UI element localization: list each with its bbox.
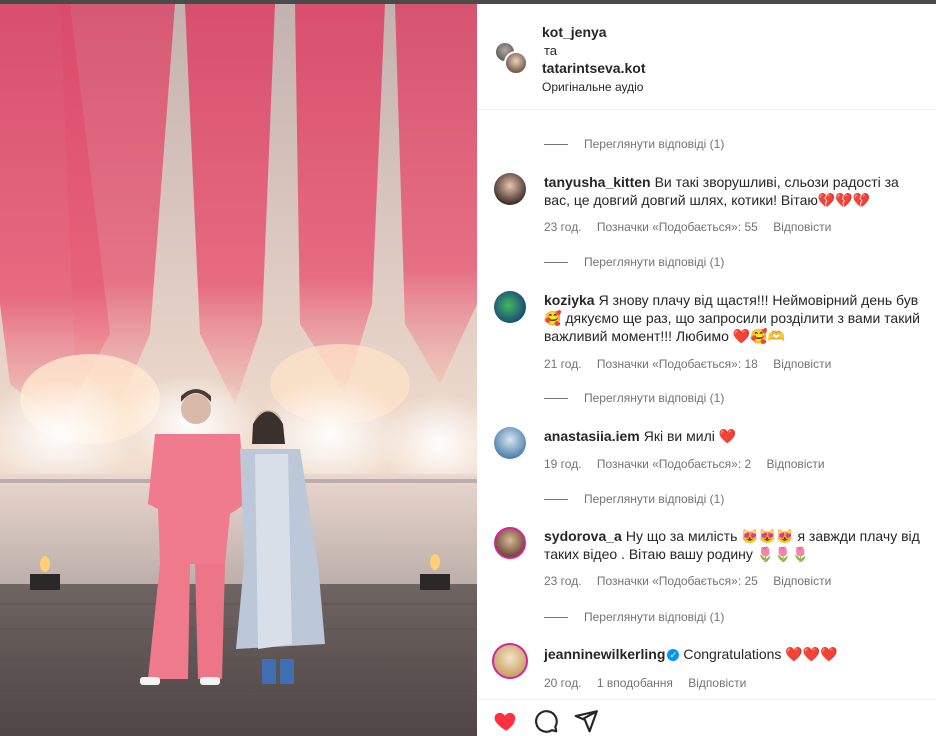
comment-item: sydorova_a Ну що за милість 😻😻😻 я завжди … <box>494 527 924 593</box>
post-header: kot_jenya та tatarintseva.kot Оригінальн… <box>477 4 936 110</box>
comment-icon <box>535 710 558 733</box>
comment-time[interactable]: 23 год. <box>544 574 582 588</box>
verified-badge-icon: ✓ <box>667 649 680 661</box>
reply-button[interactable]: Відповісти <box>773 357 831 371</box>
share-icon <box>574 710 598 733</box>
like-button[interactable] <box>493 708 519 734</box>
post-details-panel: kot_jenya та tatarintseva.kot Оригінальн… <box>477 4 936 736</box>
comment-likes[interactable]: Позначки «Подобається»: 55 <box>597 220 758 234</box>
reply-button[interactable]: Відповісти <box>688 676 746 690</box>
comment-meta: 20 год. 1 вподобання Відповісти <box>544 676 758 690</box>
collab-avatars[interactable] <box>494 41 528 75</box>
comment-likes[interactable]: 1 вподобання <box>597 676 673 690</box>
view-replies-label: Переглянути відповіді (1) <box>584 137 725 151</box>
divider-line <box>544 143 568 145</box>
comment-time[interactable]: 20 год. <box>544 676 582 690</box>
comment-username[interactable]: tanyusha_kitten <box>544 174 651 190</box>
post-action-bar <box>477 699 936 736</box>
comment-text: Я знову плачу від щастя!!! Неймовірний д… <box>544 292 920 344</box>
comment-meta: 19 год. Позначки «Подобається»: 2 Відпов… <box>544 457 837 471</box>
comment-item: jeanninewilkerling ✓ Congratulations ❤️❤️❤… <box>492 643 924 694</box>
collab-separator: та <box>544 43 558 58</box>
pink-smoke-plume <box>395 4 477 384</box>
avatar[interactable] <box>494 291 526 323</box>
comment-username[interactable]: koziyka <box>544 292 595 308</box>
reply-button[interactable]: Відповісти <box>773 574 831 588</box>
comment-body: koziyka Я знову плачу від щастя!!! Неймов… <box>544 291 924 345</box>
post-video[interactable] <box>0 4 477 736</box>
reply-button[interactable]: Відповісти <box>767 457 825 471</box>
avatar[interactable] <box>494 527 526 559</box>
comment-text: Congratulations ❤️❤️❤️ <box>683 646 838 662</box>
view-replies-button[interactable]: Переглянути відповіді (1) <box>544 391 724 405</box>
comments-list[interactable]: Переглянути відповіді (1) tanyusha_kitte… <box>477 111 936 694</box>
view-replies-label: Переглянути відповіді (1) <box>584 610 725 624</box>
view-replies-button[interactable]: Переглянути відповіді (1) <box>544 610 724 624</box>
divider-line <box>544 616 568 618</box>
comment-time[interactable]: 19 год. <box>544 457 582 471</box>
comment-item: koziyka Я знову плачу від щастя!!! Неймов… <box>494 291 924 377</box>
candle-lantern-left <box>30 574 60 590</box>
comment-likes[interactable]: Позначки «Подобається»: 18 <box>597 357 758 371</box>
comment-time[interactable]: 23 год. <box>544 220 582 234</box>
avatar[interactable] <box>494 173 526 205</box>
divider-line <box>544 261 568 263</box>
comment-time[interactable]: 21 год. <box>544 357 582 371</box>
avatar[interactable] <box>492 643 528 679</box>
comment-button[interactable] <box>533 708 559 734</box>
view-replies-label: Переглянути відповіді (1) <box>584 255 725 269</box>
author-username-1[interactable]: kot_jenya <box>542 24 607 40</box>
comment-likes[interactable]: Позначки «Подобається»: 2 <box>597 457 751 471</box>
comment-likes[interactable]: Позначки «Подобається»: 25 <box>597 574 758 588</box>
reply-button[interactable]: Відповісти <box>773 220 831 234</box>
wooden-pier <box>0 584 477 736</box>
divider-line <box>544 498 568 500</box>
comment-username[interactable]: sydorova_a <box>544 528 622 544</box>
candle-lantern-right <box>420 574 450 590</box>
comment-body: sydorova_a Ну що за милість 😻😻😻 я завжди … <box>544 527 924 563</box>
author-username-2[interactable]: tatarintseva.kot <box>542 60 645 76</box>
comment-username[interactable]: jeanninewilkerling <box>544 646 665 662</box>
avatar[interactable] <box>504 51 528 75</box>
comment-item: tanyusha_kitten Ви такі зворушливі, сльоз… <box>494 173 924 243</box>
view-replies-label: Переглянути відповіді (1) <box>584 391 725 405</box>
comment-item: anastasiia.iem Які ви милі ❤️ 19 год. Поз… <box>494 427 924 477</box>
comment-body: jeanninewilkerling ✓ Congratulations ❤️❤️❤… <box>544 645 924 663</box>
comment-meta: 21 год. Позначки «Подобається»: 18 Відпо… <box>544 357 843 371</box>
view-replies-button[interactable]: Переглянути відповіді (1) <box>544 492 724 506</box>
view-replies-button[interactable]: Переглянути відповіді (1) <box>544 255 724 269</box>
divider-line <box>544 397 568 399</box>
view-replies-button[interactable]: Переглянути відповіді (1) <box>544 137 724 151</box>
comment-username[interactable]: anastasiia.iem <box>544 428 640 444</box>
comment-body: anastasiia.iem Які ви милі ❤️ <box>544 427 924 445</box>
view-replies-label: Переглянути відповіді (1) <box>584 492 725 506</box>
comment-meta: 23 год. Позначки «Подобається»: 25 Відпо… <box>544 574 843 588</box>
heart-icon <box>494 712 516 731</box>
comment-body: tanyusha_kitten Ви такі зворушливі, сльоз… <box>544 173 924 209</box>
audio-link[interactable]: Оригінальне аудіо <box>542 80 643 94</box>
comment-meta: 23 год. Позначки «Подобається»: 55 Відпо… <box>544 220 843 234</box>
comment-text: Які ви милі ❤️ <box>643 428 737 444</box>
share-button[interactable] <box>573 708 599 734</box>
video-frame <box>0 4 477 736</box>
avatar[interactable] <box>494 427 526 459</box>
